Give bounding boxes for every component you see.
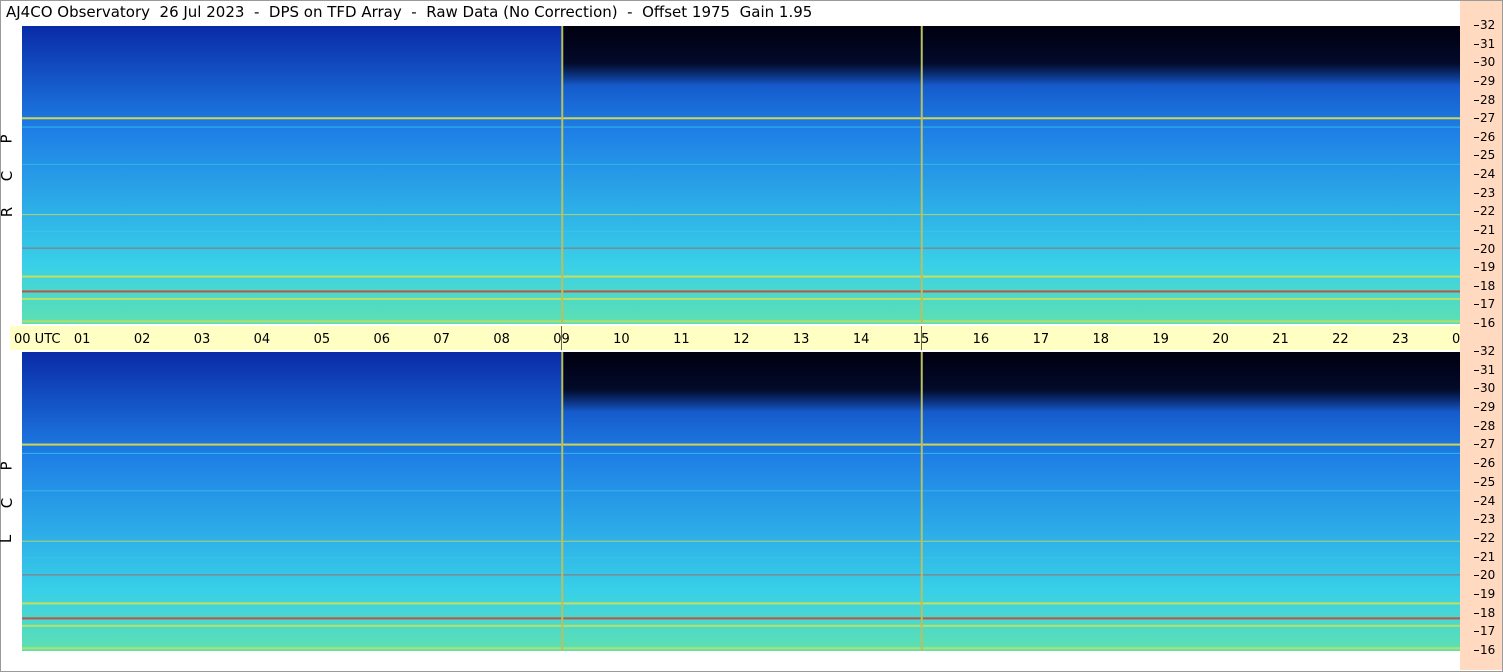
y-tick-label: 30 bbox=[1473, 381, 1496, 396]
interference-line bbox=[22, 624, 1460, 627]
y-tick-label: 23 bbox=[1473, 185, 1496, 200]
interference-line bbox=[22, 275, 1460, 278]
y-tick-label: 18 bbox=[1473, 605, 1496, 620]
frequency-axis: 16 17 18 19 20 21 22 23 24 25 26 27 28 29 30 31 32 16 17 18… bbox=[1460, 1, 1502, 670]
time-axis: 00 UTC0102030405060708091011121314151617… bbox=[10, 326, 1501, 350]
interference-line bbox=[22, 117, 1460, 120]
y-tick-label: 31 bbox=[1473, 362, 1496, 377]
panel-bottom-label-3: P bbox=[0, 461, 16, 470]
x-tick-label: 23 bbox=[1392, 332, 1409, 347]
interference-line bbox=[22, 574, 1460, 576]
interference-line bbox=[22, 320, 1460, 323]
y-tick-label: 29 bbox=[1473, 400, 1496, 415]
interference-line bbox=[22, 163, 1460, 165]
interference-line bbox=[22, 126, 1460, 128]
spectrogram-svg-1 bbox=[22, 352, 1460, 651]
interference-line bbox=[22, 602, 1460, 605]
y-tick-label: 27 bbox=[1473, 111, 1496, 126]
interference-line bbox=[22, 247, 1460, 249]
x-tick-label: 03 bbox=[193, 332, 211, 347]
interference-line bbox=[22, 452, 1460, 454]
chart-title: AJ4CO Observatory 26 Jul 2023 - DPS on T… bbox=[6, 3, 813, 21]
interference-line bbox=[22, 290, 1460, 293]
interference-line bbox=[22, 443, 1460, 446]
interference-line bbox=[22, 647, 1460, 650]
y-tick-label: 26 bbox=[1473, 456, 1496, 471]
y-tick-label: 32 bbox=[1473, 344, 1496, 358]
panel-bottom-label: P C L bbox=[0, 447, 18, 557]
y-tick-label: 24 bbox=[1473, 167, 1496, 181]
time-marker-line bbox=[561, 26, 564, 324]
x-tick-label: 20 bbox=[1212, 332, 1229, 347]
x-tick-label: 08 bbox=[493, 332, 510, 347]
x-tick-label: 16 bbox=[972, 332, 990, 347]
y-tick-label: 19 bbox=[1473, 260, 1496, 275]
y-tick-label: 19 bbox=[1473, 586, 1496, 601]
x-tick-label: 00 UTC bbox=[14, 332, 61, 347]
x-tick-label: 07 bbox=[433, 332, 450, 347]
spectrogram-svg-0 bbox=[22, 26, 1460, 324]
y-tick-label: 23 bbox=[1473, 512, 1496, 527]
y-tick-label: 21 bbox=[1473, 222, 1496, 237]
interference-line bbox=[22, 540, 1460, 542]
x-tick-label: 18 bbox=[1092, 332, 1110, 347]
y-tick-label: 20 bbox=[1473, 241, 1496, 256]
interference-line bbox=[22, 490, 1460, 492]
interference-line bbox=[22, 214, 1460, 216]
y-tick-label: 16 bbox=[1473, 316, 1496, 330]
night-region bbox=[561, 26, 1460, 175]
spectrogram-lcp bbox=[22, 352, 1460, 651]
y-tick-label: 17 bbox=[1473, 624, 1496, 639]
time-marker-line bbox=[920, 26, 923, 324]
y-tick-label: 25 bbox=[1473, 474, 1496, 489]
y-tick-label: 24 bbox=[1473, 493, 1496, 508]
y-tick-label: 20 bbox=[1473, 568, 1496, 583]
time-marker-line bbox=[561, 352, 564, 651]
interference-line bbox=[22, 557, 1460, 559]
x-tick-label: 12 bbox=[733, 332, 750, 347]
y-tick-label: 30 bbox=[1473, 55, 1496, 70]
x-tick-label: 21 bbox=[1272, 332, 1289, 347]
y-tick-label: 22 bbox=[1473, 204, 1496, 219]
y-tick-label: 28 bbox=[1473, 92, 1496, 107]
x-tick-mark bbox=[920, 326, 922, 350]
y-tick-label: 26 bbox=[1473, 129, 1496, 144]
x-tick-label: 22 bbox=[1332, 332, 1349, 347]
panel-top-label: P C R bbox=[0, 120, 18, 230]
y-tick-label: 27 bbox=[1473, 437, 1496, 452]
y-tick-label: 17 bbox=[1473, 297, 1496, 312]
x-tick-label: 14 bbox=[852, 332, 870, 347]
x-tick-label: 10 bbox=[613, 332, 630, 347]
panel-bottom-label-2: C bbox=[0, 497, 17, 509]
x-tick-label: 04 bbox=[253, 332, 271, 347]
y-tick-label: 16 bbox=[1473, 643, 1496, 657]
panel-top-label-1: R bbox=[0, 206, 17, 218]
x-tick-label: 11 bbox=[673, 332, 690, 347]
y-tick-label: 21 bbox=[1473, 549, 1496, 564]
x-tick-label: 17 bbox=[1032, 332, 1050, 347]
panel-top-label-2: C bbox=[0, 170, 17, 182]
x-tick-mark bbox=[561, 326, 563, 350]
time-marker-line bbox=[920, 352, 923, 651]
spectrogram-rcp bbox=[22, 26, 1460, 324]
interference-line bbox=[22, 617, 1460, 620]
x-tick-label: 05 bbox=[313, 332, 331, 347]
y-tick-label: 18 bbox=[1473, 278, 1496, 293]
y-tick-label: 29 bbox=[1473, 73, 1496, 88]
x-tick-label: 02 bbox=[133, 332, 151, 347]
x-tick-label: 13 bbox=[792, 332, 810, 347]
y-tick-label: 25 bbox=[1473, 148, 1496, 163]
y-tick-label: 22 bbox=[1473, 530, 1496, 545]
panel-bottom-label-1: L bbox=[0, 535, 15, 543]
x-tick-label: 01 bbox=[73, 332, 91, 347]
y-tick-label: 32 bbox=[1473, 18, 1496, 32]
x-tick-label: 19 bbox=[1152, 332, 1169, 347]
night-region bbox=[561, 352, 1460, 502]
y-tick-label: 31 bbox=[1473, 36, 1496, 51]
x-tick-label: 06 bbox=[373, 332, 391, 347]
y-tick-label: 28 bbox=[1473, 418, 1496, 433]
interference-line bbox=[22, 230, 1460, 232]
interference-line bbox=[22, 297, 1460, 300]
panel-top-label-3: P bbox=[0, 134, 16, 143]
